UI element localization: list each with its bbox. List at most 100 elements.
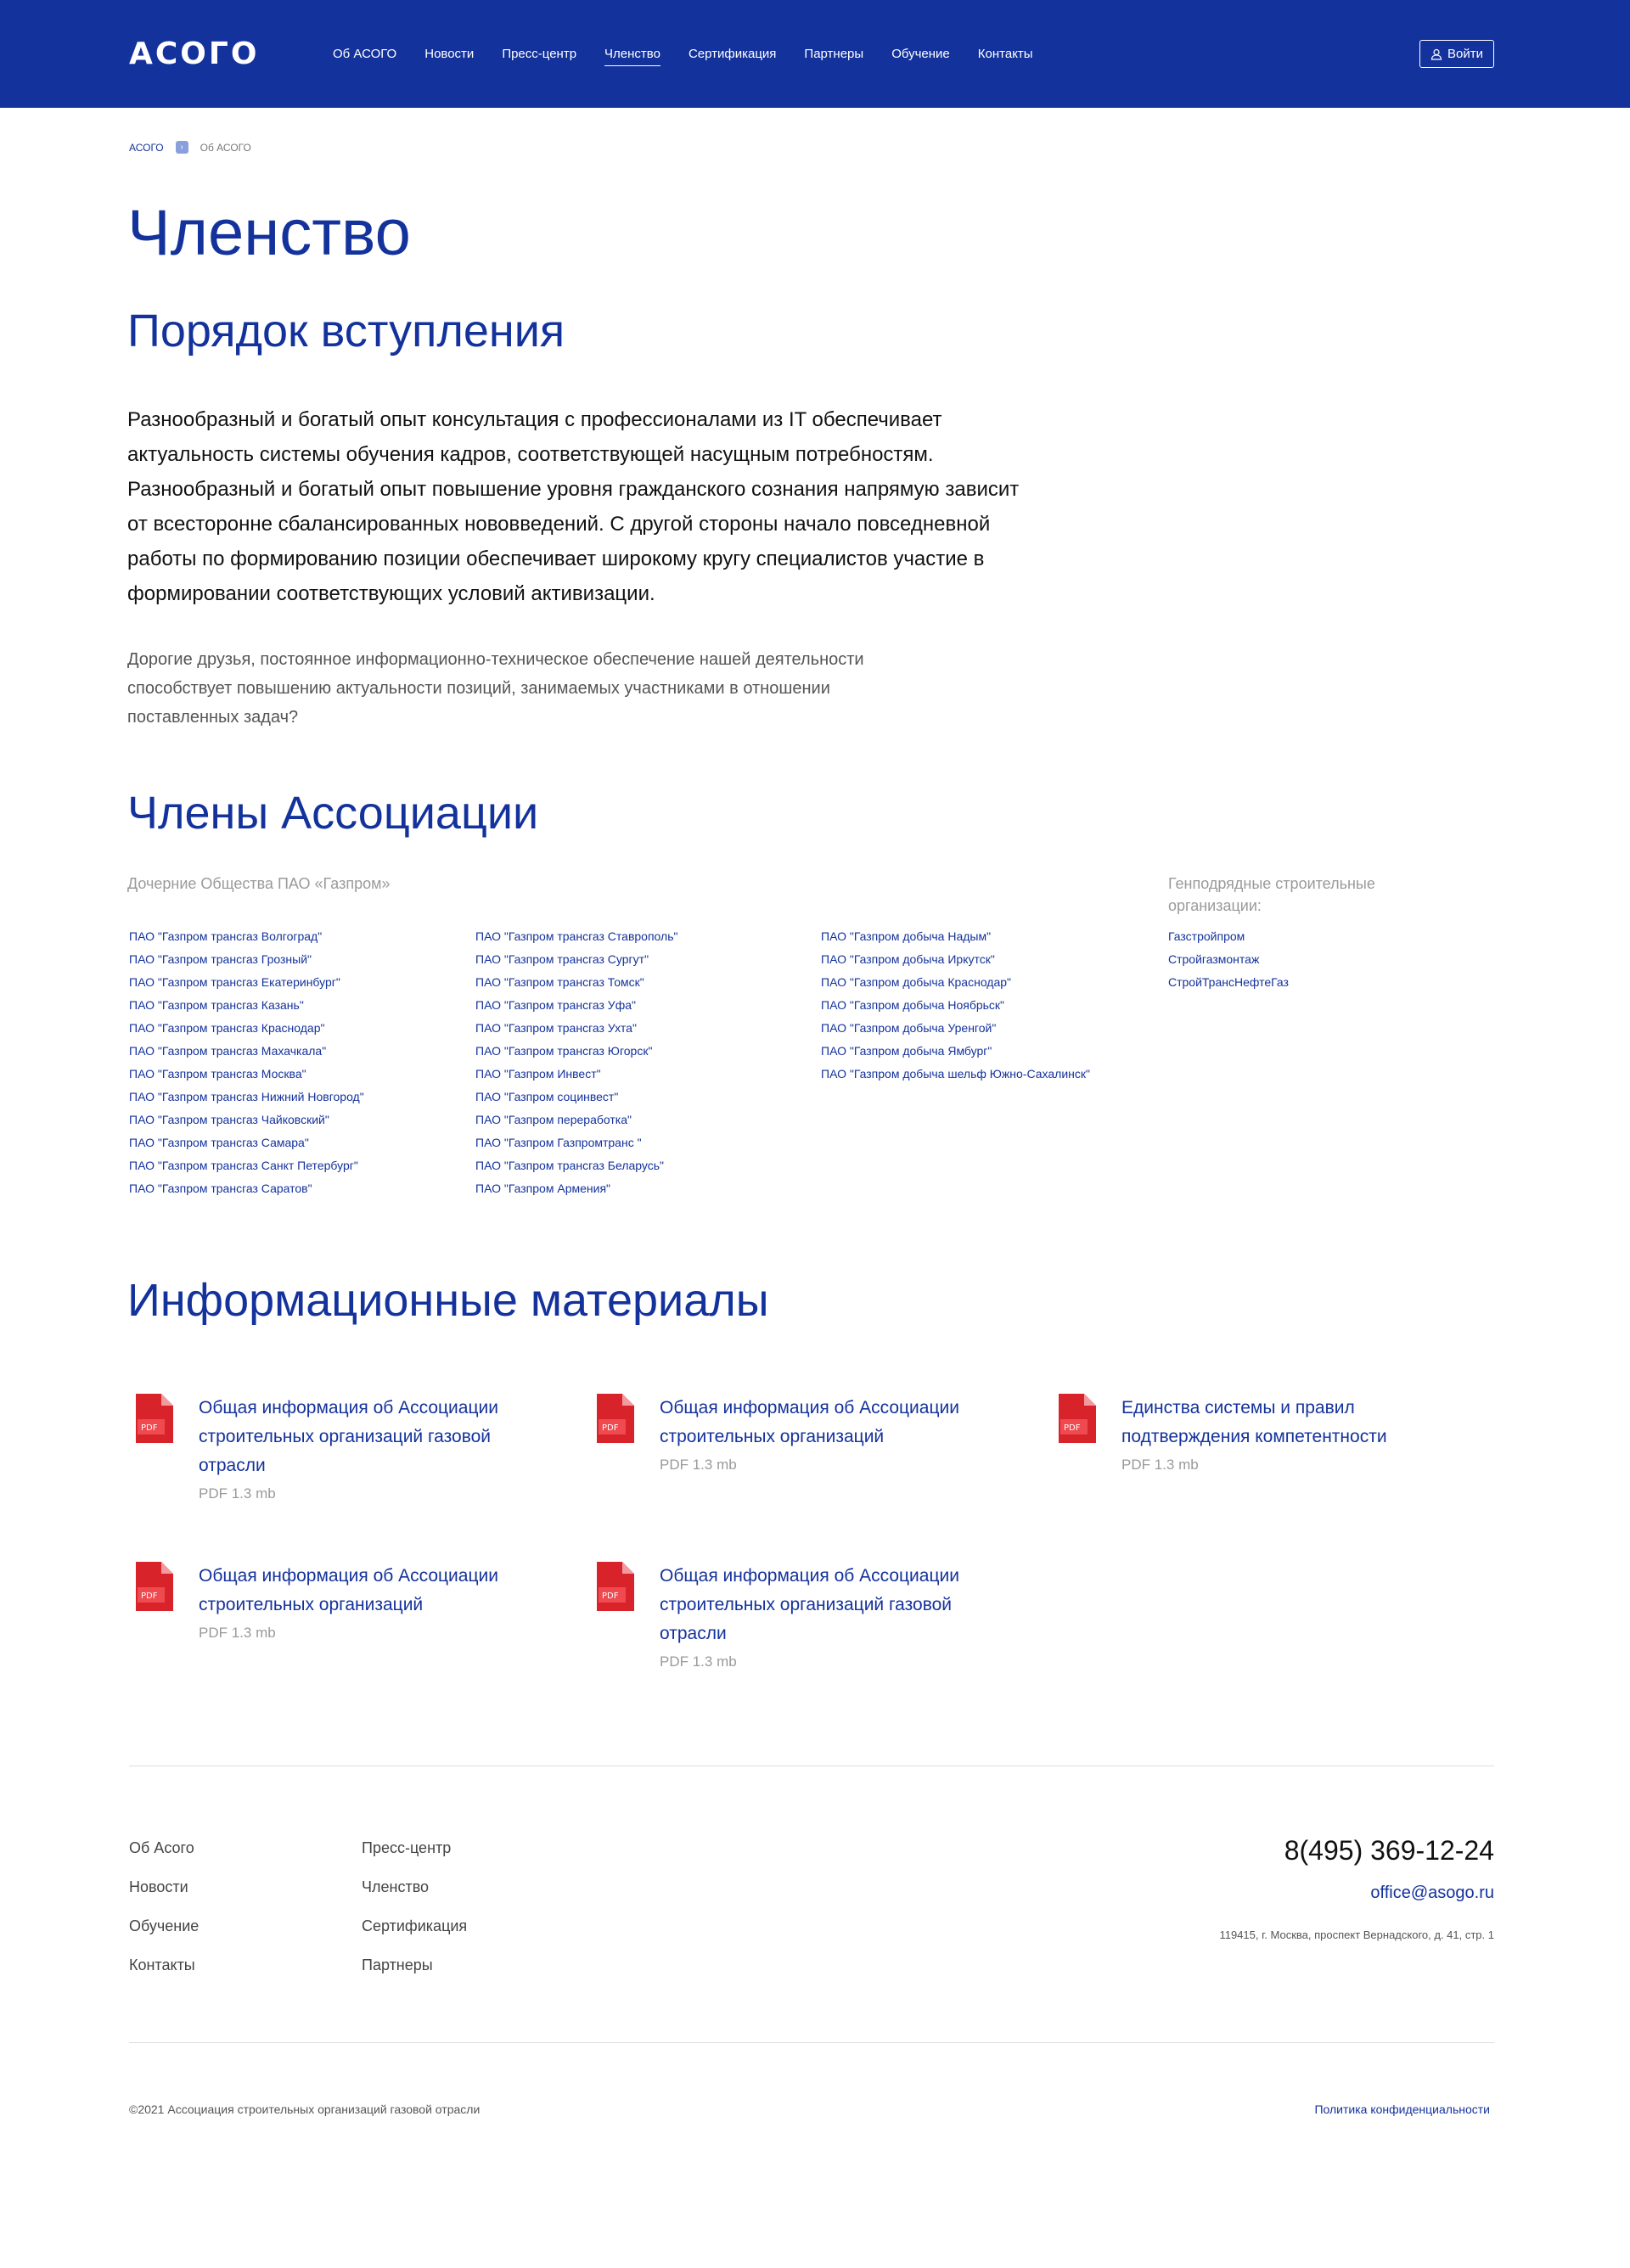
footer-link-contacts[interactable]: Контакты: [129, 1945, 199, 1984]
document-title[interactable]: Общая информация об Ассоциации строитель…: [660, 1562, 999, 1648]
nav-item-press[interactable]: Пресс-центр: [502, 44, 576, 66]
nav-item-certification[interactable]: Сертификация: [689, 44, 776, 66]
contractors-label: Генподрядные строительные организации:: [1168, 875, 1375, 914]
member-link[interactable]: ПАО "Газпром добыча Ямбург": [821, 1040, 1090, 1063]
svg-text:PDF: PDF: [141, 1592, 158, 1601]
login-label: Войти: [1447, 47, 1483, 61]
footer-nav-col-1: Об Асого Новости Обучение Контакты: [129, 1828, 199, 1984]
footer-phone[interactable]: 8(495) 369-12-24: [1284, 1833, 1494, 1867]
nav-item-education[interactable]: Обучение: [891, 44, 950, 66]
nav-item-news[interactable]: Новости: [424, 44, 474, 66]
member-link[interactable]: ПАО "Газпром трансгаз Беларусь": [475, 1154, 677, 1177]
pdf-icon: PDF: [136, 1394, 173, 1443]
member-link[interactable]: ПАО "Газпром трансгаз Уфа": [475, 994, 677, 1017]
document-item[interactable]: PDF Общая информация об Ассоциации строи…: [136, 1562, 538, 1644]
nav-item-about[interactable]: Об АСОГО: [333, 44, 396, 66]
footer-link-education[interactable]: Обучение: [129, 1906, 199, 1945]
member-link[interactable]: ПАО "Газпром добыча Краснодар": [821, 971, 1090, 994]
footer-link-news[interactable]: Новости: [129, 1867, 199, 1906]
footer-email[interactable]: office@asogo.ru: [1370, 1881, 1494, 1905]
member-link[interactable]: Стройгазмонтаж: [1168, 948, 1289, 971]
member-link[interactable]: ПАО "Газпром трансгаз Нижний Новгород": [129, 1086, 364, 1109]
members-column-3: ПАО "Газпром добыча Надым" ПАО "Газпром …: [821, 925, 1090, 1086]
document-size: PDF 1.3 mb: [199, 1625, 276, 1641]
member-link[interactable]: ПАО "Газпром добыча Иркутск": [821, 948, 1090, 971]
member-link[interactable]: ПАО "Газпром социнвест": [475, 1086, 677, 1109]
member-link[interactable]: ПАО "Газпром переработка": [475, 1109, 677, 1131]
privacy-policy-link[interactable]: Политика конфиденциальности: [1314, 2101, 1490, 2118]
document-title[interactable]: Общая информация об Ассоциации строитель…: [660, 1394, 999, 1451]
document-item[interactable]: PDF Общая информация об Ассоциации строи…: [597, 1562, 999, 1673]
nav-item-membership[interactable]: Членство: [604, 44, 660, 66]
member-link[interactable]: ПАО "Газпром трансгаз Казань": [129, 994, 364, 1017]
page-title: Членство: [127, 197, 411, 269]
footer-link-partners[interactable]: Партнеры: [362, 1945, 467, 1984]
member-link[interactable]: ПАО "Газпром трансгаз Томск": [475, 971, 677, 994]
site-header: АСОГО Об АСОГО Новости Пресс-центр Членс…: [0, 0, 1630, 108]
member-link[interactable]: ПАО "Газпром трансгаз Саратов": [129, 1177, 364, 1200]
document-size: PDF 1.3 mb: [660, 1457, 737, 1473]
member-link[interactable]: ПАО "Газпром Инвест": [475, 1063, 677, 1086]
member-link[interactable]: ПАО "Газпром Армения": [475, 1177, 677, 1200]
copyright: ©2021 Ассоциация строительных организаци…: [129, 2102, 481, 2116]
member-link[interactable]: ПАО "Газпром добыча Надым": [821, 925, 1090, 948]
document-item[interactable]: PDF Общая информация об Ассоциации строи…: [597, 1394, 999, 1476]
member-link[interactable]: ПАО "Газпром добыча Ноябрьск": [821, 994, 1090, 1017]
footer-address: 119415, г. Москва, проспект Вернадского,…: [1219, 1928, 1494, 1941]
member-link[interactable]: ПАО "Газпром Газпромтранс ": [475, 1131, 677, 1154]
logo[interactable]: АСОГО: [129, 37, 259, 71]
member-link[interactable]: ПАО "Газпром добыча Уренгой": [821, 1017, 1090, 1040]
footer-link-press[interactable]: Пресс-центр: [362, 1828, 467, 1867]
member-link[interactable]: ПАО "Газпром трансгаз Краснодар": [129, 1017, 364, 1040]
member-link[interactable]: ПАО "Газпром трансгаз Ставрополь": [475, 925, 677, 948]
breadcrumb-home[interactable]: АСОГО: [129, 142, 164, 154]
member-link[interactable]: ПАО "Газпром трансгаз Чайковский": [129, 1109, 364, 1131]
materials-title: Информационные материалы: [127, 1275, 769, 1326]
member-link[interactable]: ПАО "Газпром трансгаз Москва": [129, 1063, 364, 1086]
breadcrumb: АСОГО › Об АСОГО: [129, 141, 251, 154]
member-link[interactable]: ПАО "Газпром трансгаз Санкт Петербург": [129, 1154, 364, 1177]
document-title[interactable]: Единства системы и правил подтверждения …: [1121, 1394, 1461, 1451]
members-column-1: ПАО "Газпром трансгаз Волгоград" ПАО "Га…: [129, 925, 364, 1200]
member-link[interactable]: ПАО "Газпром трансгаз Грозный": [129, 948, 364, 971]
members-column-2: ПАО "Газпром трансгаз Ставрополь" ПАО "Г…: [475, 925, 677, 1200]
member-link[interactable]: ПАО "Газпром трансгаз Волгоград": [129, 925, 364, 948]
footer-link-about[interactable]: Об Асого: [129, 1828, 199, 1867]
pdf-icon: PDF: [597, 1562, 634, 1611]
document-item[interactable]: PDF Общая информация об Ассоциации строи…: [136, 1394, 538, 1505]
member-link[interactable]: Газстройпром: [1168, 925, 1289, 948]
member-link[interactable]: СтройТрансНефтеГаз: [1168, 971, 1289, 994]
login-button[interactable]: Войти: [1419, 40, 1494, 68]
member-link[interactable]: ПАО "Газпром трансгаз Екатеринбург": [129, 971, 364, 994]
pdf-icon: PDF: [1059, 1394, 1096, 1443]
document-title[interactable]: Общая информация об Ассоциации строитель…: [199, 1394, 538, 1480]
member-link[interactable]: ПАО "Газпром трансгаз Махачкала": [129, 1040, 364, 1063]
member-link[interactable]: ПАО "Газпром трансгаз Сургут": [475, 948, 677, 971]
nav-item-partners[interactable]: Партнеры: [804, 44, 863, 66]
chevron-right-icon: ›: [175, 141, 188, 154]
svg-text:PDF: PDF: [602, 1592, 619, 1601]
svg-text:PDF: PDF: [141, 1423, 158, 1433]
document-size: PDF 1.3 mb: [660, 1653, 737, 1670]
footer-link-certification[interactable]: Сертификация: [362, 1906, 467, 1945]
member-link[interactable]: ПАО "Газпром трансгаз Ухта": [475, 1017, 677, 1040]
document-size: PDF 1.3 mb: [1121, 1457, 1199, 1473]
main-nav: Об АСОГО Новости Пресс-центр Членство Се…: [333, 44, 1061, 66]
footer-link-membership[interactable]: Членство: [362, 1867, 467, 1906]
member-link[interactable]: ПАО "Газпром трансгаз Самара": [129, 1131, 364, 1154]
admission-lead: Разнообразный и богатый опыт консультаци…: [127, 408, 1020, 605]
document-size: PDF 1.3 mb: [199, 1485, 276, 1502]
member-link[interactable]: ПАО "Газпром добыча шельф Южно-Сахалинск…: [821, 1063, 1090, 1086]
nav-item-contacts[interactable]: Контакты: [978, 44, 1033, 66]
footer-bottom-divider: [129, 2042, 1494, 2043]
document-item[interactable]: PDF Единства системы и правил подтвержде…: [1059, 1394, 1461, 1476]
footer-nav-col-2: Пресс-центр Членство Сертификация Партне…: [362, 1828, 467, 1984]
user-icon: [1430, 48, 1442, 60]
svg-text:PDF: PDF: [1064, 1423, 1081, 1433]
members-column-4: Газстройпром Стройгазмонтаж СтройТрансНе…: [1168, 925, 1289, 994]
pdf-icon: PDF: [597, 1394, 634, 1443]
member-link[interactable]: ПАО "Газпром трансгаз Югорск": [475, 1040, 677, 1063]
document-title[interactable]: Общая информация об Ассоциации строитель…: [199, 1562, 538, 1620]
admission-note: Дорогие друзья, постоянное информационно…: [127, 650, 864, 727]
pdf-icon: PDF: [136, 1562, 173, 1611]
